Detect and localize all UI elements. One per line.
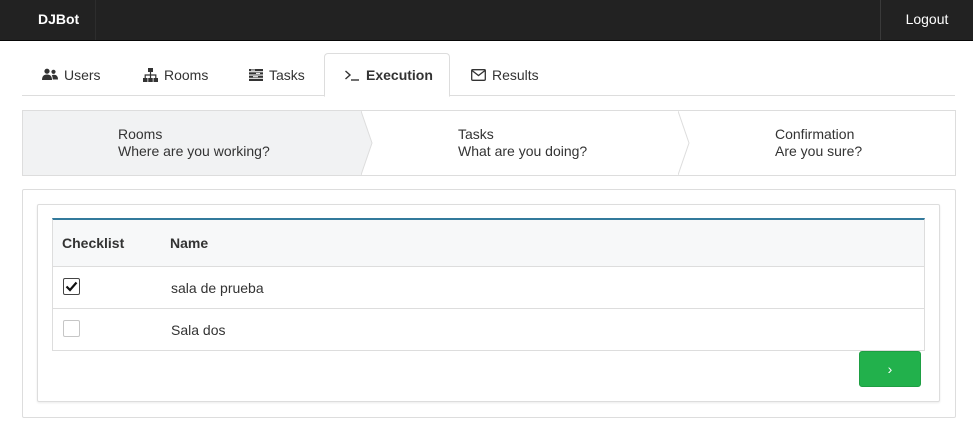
step-subtitle: What are you doing? — [458, 143, 588, 159]
step-title: Tasks — [458, 126, 494, 142]
tasks-icon — [249, 68, 263, 81]
wizard-step-tasks[interactable]: Tasks What are you doing? — [375, 111, 678, 175]
checkmark-icon — [65, 281, 78, 292]
rooms-table: Checklist Name sala de prueba Sala dos — [52, 218, 925, 351]
column-header-name: Name — [170, 235, 209, 251]
main-tabs: Users Rooms Tasks Execution Results — [22, 53, 955, 97]
tab-execution[interactable]: Execution — [324, 53, 450, 97]
tab-tasks[interactable]: Tasks — [229, 53, 325, 96]
envelope-icon — [471, 68, 486, 81]
tab-users[interactable]: Users — [22, 53, 121, 96]
wizard-step-rooms[interactable]: Rooms Where are you working? — [23, 111, 362, 175]
wizard-steps: Rooms Where are you working? Tasks What … — [22, 110, 956, 176]
terminal-icon — [345, 69, 360, 81]
column-header-checklist: Checklist — [62, 235, 125, 251]
table-row: Sala dos — [53, 309, 924, 351]
tab-rooms[interactable]: Rooms — [123, 53, 228, 96]
tab-label: Tasks — [269, 66, 305, 83]
logout-link[interactable]: Logout — [880, 0, 973, 40]
step-subtitle: Where are you working? — [118, 143, 270, 159]
wizard-step-confirmation[interactable]: Confirmation Are you sure? — [692, 111, 955, 175]
tab-label: Rooms — [164, 66, 209, 83]
sitemap-icon — [143, 67, 158, 82]
tab-results[interactable]: Results — [451, 53, 559, 96]
room-name: sala de prueba — [171, 280, 264, 296]
room-checkbox[interactable] — [63, 320, 80, 337]
step-divider-chevron — [678, 111, 690, 175]
room-checkbox[interactable] — [63, 278, 80, 295]
users-icon — [42, 68, 58, 81]
table-row: sala de prueba — [53, 267, 924, 309]
step-divider-chevron — [361, 111, 373, 175]
step-subtitle: Are you sure? — [775, 143, 863, 159]
step-title: Rooms — [118, 126, 163, 142]
room-name: Sala dos — [171, 322, 226, 338]
tab-label: Users — [64, 66, 101, 83]
step-title: Confirmation — [775, 126, 855, 142]
table-header: Checklist Name — [53, 220, 924, 267]
brand-link[interactable]: DJBot — [22, 0, 97, 40]
tab-label: Results — [492, 66, 539, 83]
top-navbar: DJBot Logout — [0, 0, 973, 41]
tab-label: Execution — [366, 67, 433, 83]
next-step-button[interactable]: › — [859, 351, 921, 387]
chevron-right-icon: › — [887, 361, 893, 377]
